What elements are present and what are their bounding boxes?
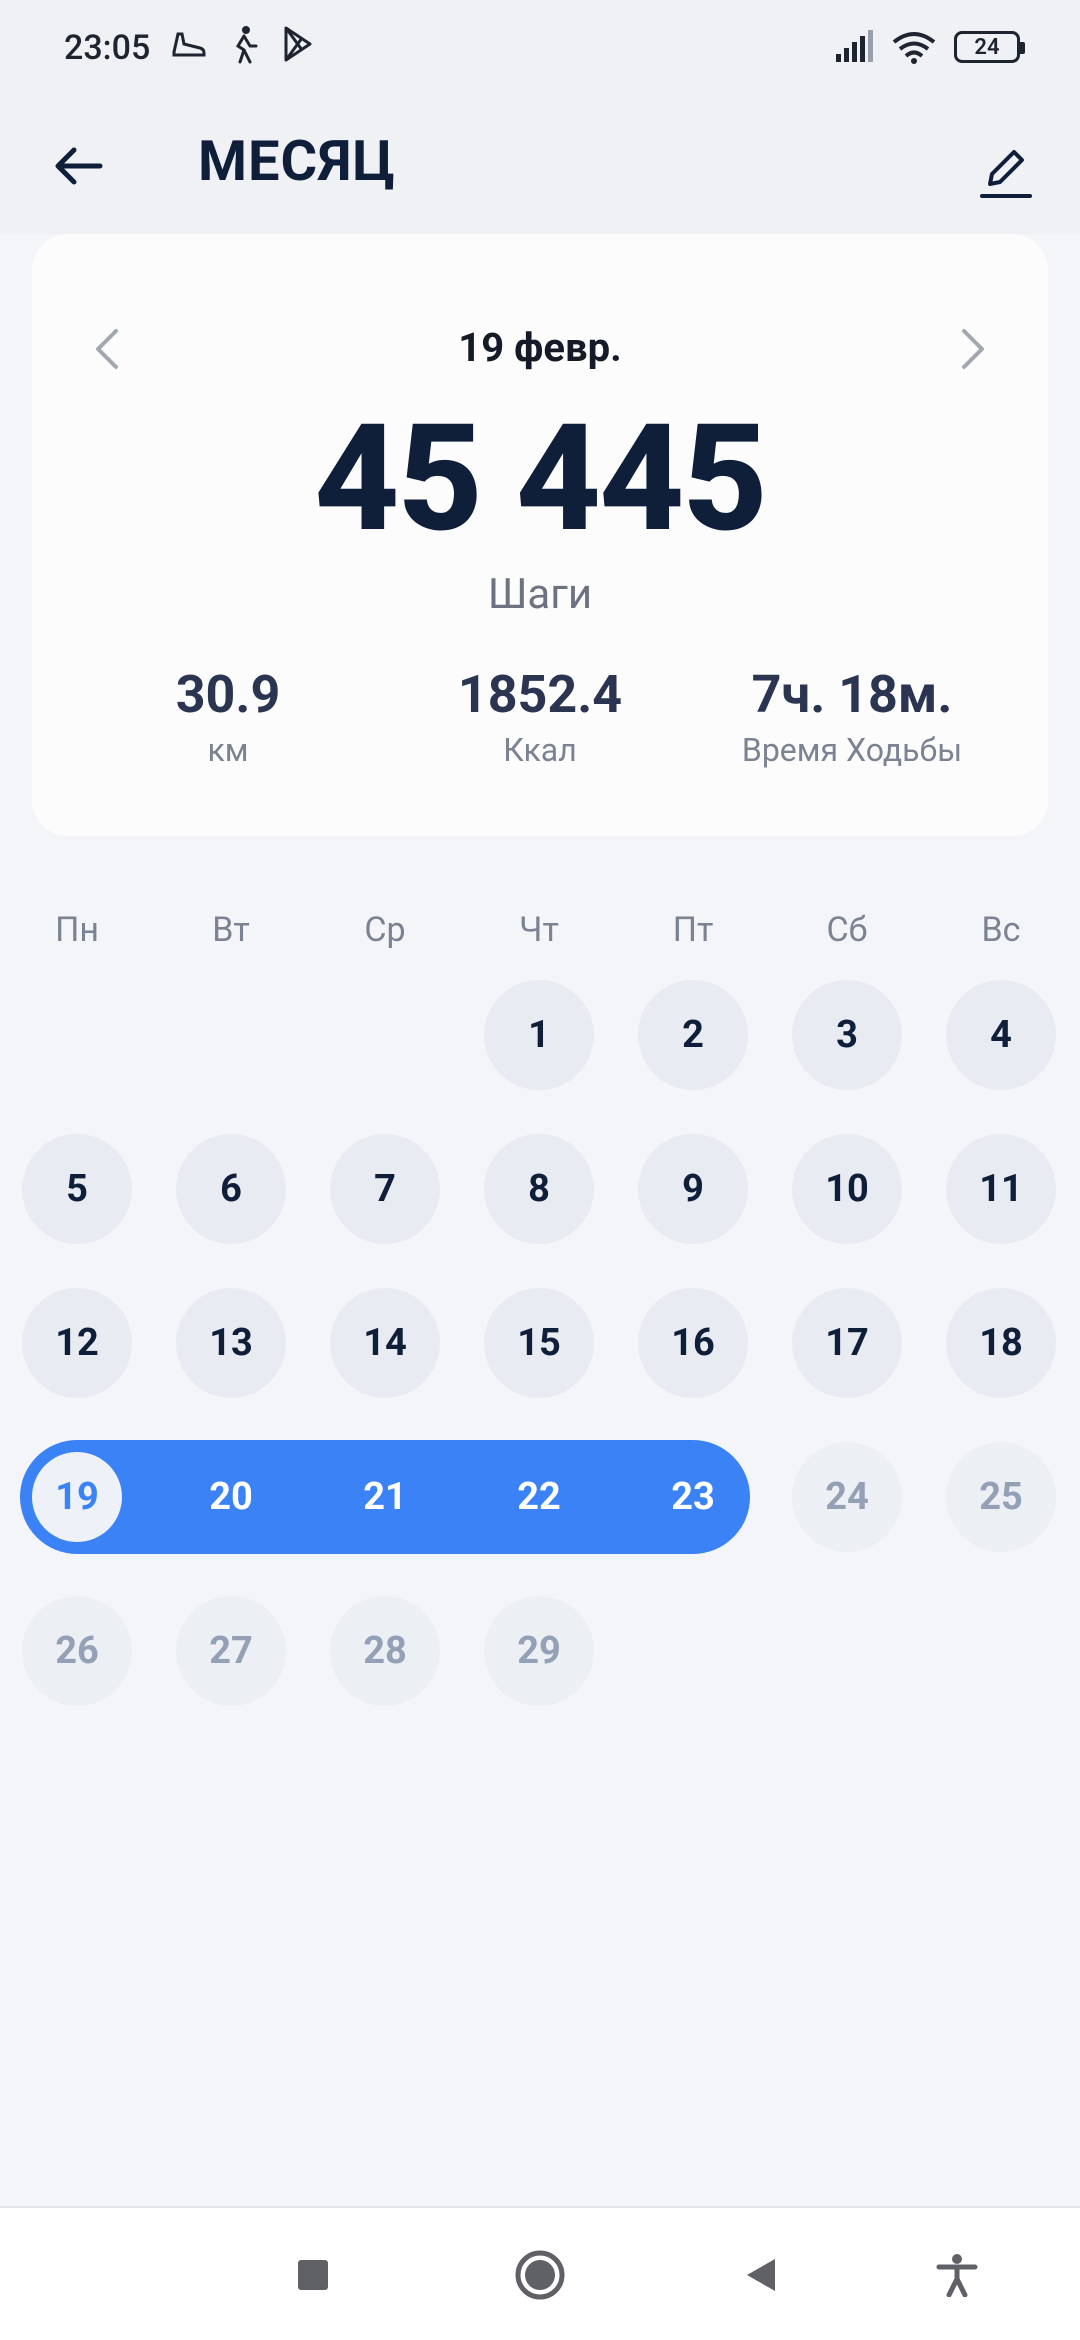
calendar-day[interactable]: 1 [484, 980, 594, 1090]
steps-count: 45 445 [314, 393, 768, 566]
calendar-day[interactable]: 9 [638, 1134, 748, 1244]
summary-card: 19 февр. 45 445 Шаги 30.9 км 1852.4 Ккал… [32, 234, 1048, 836]
calendar-day[interactable]: 3 [792, 980, 902, 1090]
stat-value: 1852.4 [457, 664, 623, 725]
weekday-label: Пн [55, 910, 99, 950]
accessibility-button[interactable] [920, 2238, 994, 2312]
accessibility-icon [936, 2254, 978, 2297]
play-store-icon [284, 26, 312, 62]
calendar-day[interactable]: 13 [176, 1288, 286, 1398]
battery-level: 24 [974, 34, 1000, 60]
back-icon [747, 2259, 775, 2291]
stat-label: Время Ходьбы [741, 731, 963, 769]
calendar-day[interactable]: 5 [22, 1134, 132, 1244]
system-nav-bar [0, 2206, 1080, 2340]
shoe-icon [172, 32, 206, 57]
home-icon [515, 2250, 565, 2300]
stats-row: 30.9 км 1852.4 Ккал 7ч. 18м. Время Ходьб… [72, 664, 1008, 769]
next-day-button[interactable] [938, 314, 1008, 384]
pencil-icon [980, 150, 1032, 198]
status-system-icons: 24 [834, 30, 1025, 64]
calendar-day[interactable]: 25 [946, 1442, 1056, 1552]
calendar-day[interactable]: 2 [638, 980, 748, 1090]
home-button[interactable] [503, 2238, 577, 2312]
status-time: 23:05 [64, 28, 151, 68]
calendar-day[interactable]: 17 [792, 1288, 902, 1398]
chevron-right-icon [962, 329, 984, 369]
stat-walking-time: 7ч. 18м. Время Ходьбы [696, 664, 1008, 769]
stat-calories: 1852.4 Ккал [384, 664, 696, 769]
edit-button[interactable] [956, 122, 1056, 222]
page-title: МЕСЯЦ [198, 128, 396, 194]
stat-label: Ккал [503, 731, 577, 769]
calendar-day[interactable]: 12 [22, 1288, 132, 1398]
stat-distance: 30.9 км [72, 664, 384, 769]
calendar-day[interactable]: 8 [484, 1134, 594, 1244]
walking-icon [235, 26, 258, 64]
calendar-day[interactable]: 19 [32, 1452, 122, 1542]
status-bar: 23:05 24 [0, 0, 1080, 100]
calendar-day[interactable]: 21 [330, 1442, 440, 1552]
selected-date: 19 февр. [458, 324, 622, 371]
calendar-day[interactable]: 27 [176, 1596, 286, 1706]
weekday-label: Ср [364, 910, 406, 950]
calendar-day[interactable]: 14 [330, 1288, 440, 1398]
back-button[interactable] [40, 128, 116, 204]
wifi-icon [892, 32, 936, 64]
recents-icon [298, 2260, 328, 2290]
signal-icon [836, 30, 873, 62]
calendar-day[interactable]: 24 [792, 1442, 902, 1552]
weekday-label: Чт [519, 910, 559, 950]
calendar-day[interactable]: 20 [176, 1442, 286, 1552]
status-notification-icons [168, 24, 316, 64]
calendar-day[interactable]: 10 [792, 1134, 902, 1244]
calendar-day[interactable]: 29 [484, 1596, 594, 1706]
calendar-day[interactable]: 26 [22, 1596, 132, 1706]
calendar-day[interactable]: 7 [330, 1134, 440, 1244]
arrow-left-icon [55, 147, 103, 185]
calendar-day[interactable]: 18 [946, 1288, 1056, 1398]
calendar-day[interactable]: 28 [330, 1596, 440, 1706]
weekday-label: Вс [981, 910, 1021, 950]
steps-label: Шаги [487, 570, 593, 619]
calendar-day[interactable]: 4 [946, 980, 1056, 1090]
stat-value: 30.9 [175, 664, 281, 725]
calendar-day[interactable]: 16 [638, 1288, 748, 1398]
weekday-label: Сб [826, 910, 868, 950]
weekday-label: Вт [212, 910, 250, 950]
recents-button[interactable] [276, 2238, 350, 2312]
battery-icon: 24 [954, 31, 1025, 63]
calendar-day[interactable]: 22 [484, 1442, 594, 1552]
weekday-header: Пн Вт Ср Чт Пт Сб Вс [0, 910, 1080, 960]
calendar-day[interactable]: 23 [638, 1442, 748, 1552]
app-bar: МЕСЯЦ [0, 100, 1080, 234]
calendar-day[interactable]: 6 [176, 1134, 286, 1244]
calendar-day[interactable]: 15 [484, 1288, 594, 1398]
system-back-button[interactable] [724, 2238, 798, 2312]
stat-label: км [207, 731, 249, 769]
weekday-label: Пт [672, 910, 714, 950]
stat-value: 7ч. 18м. [751, 664, 953, 725]
calendar-day[interactable]: 11 [946, 1134, 1056, 1244]
